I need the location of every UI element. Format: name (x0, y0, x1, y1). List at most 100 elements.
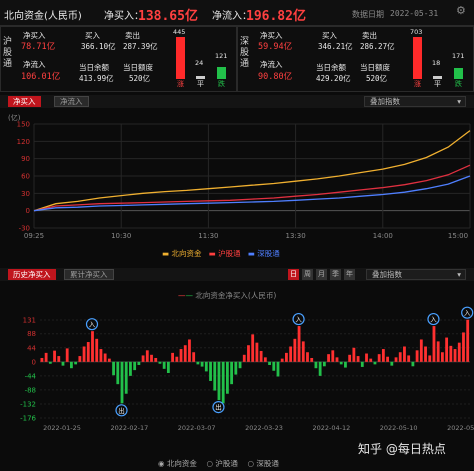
bar-chart-grid (40, 319, 470, 419)
bar (175, 356, 179, 362)
period-month-button[interactable]: 月 (316, 269, 327, 280)
overlay-index-select[interactable]: 叠加指数 ▾ (364, 96, 466, 107)
history-series-selector: ◉ 北向资金 ○ 沪股通 ○ 深股通 (158, 458, 279, 469)
bar (145, 350, 149, 362)
bar (213, 361, 217, 391)
radio-north[interactable]: ◉ 北向资金 (158, 459, 197, 468)
intraday-line-chart: (亿) 1501209060300-30 09:25 10:30 11:30 13:3… (8, 113, 471, 240)
x-tick-label: 13:30 (286, 232, 306, 240)
net-inflow-value: 196.82亿 (246, 9, 306, 24)
tab-history-net-buy[interactable]: 历史净买入 (8, 269, 56, 280)
bar (322, 361, 326, 367)
legend-north-label: 北向资金 (171, 249, 202, 258)
period-day-button[interactable]: 日 (288, 269, 299, 280)
settings-icon[interactable]: ⚙ (456, 4, 466, 17)
hgt-buy-value: 366.10亿 (81, 42, 116, 51)
bar (112, 361, 115, 376)
tab-net-inflow[interactable]: 净流入 (54, 96, 89, 107)
bar (331, 350, 335, 362)
history-tabbar: 历史净买入 累计净买入 日 周 月 季 年 叠加指数 ▾ (0, 268, 474, 281)
bar (242, 354, 246, 362)
bar (424, 346, 427, 362)
bar (78, 356, 82, 362)
inflow-marker[interactable]: 入 (292, 312, 305, 326)
tab-cumulative-net-buy[interactable]: 累计净买入 (64, 269, 114, 280)
bar (432, 326, 436, 362)
x-tick-label: 2022-01-25 (43, 424, 81, 432)
bar (263, 357, 267, 362)
inflow-marker[interactable]: 入 (427, 312, 440, 326)
outflow-marker[interactable]: 出 (212, 401, 225, 414)
period-quarter-button[interactable]: 季 (330, 269, 341, 280)
bar (419, 339, 423, 362)
y-tick-label: 131 (23, 317, 36, 325)
sgt-balance-value: 429.20亿 (316, 74, 351, 83)
hgt-flat-count: 24 (195, 59, 204, 67)
intraday-tabbar: 净买入 净流入 叠加指数 ▾ (0, 95, 474, 108)
x-tick-label: 10:30 (111, 232, 131, 240)
bar (150, 354, 153, 362)
x-tick-label: 09:25 (24, 232, 44, 240)
bar (259, 350, 263, 362)
legend-hgt-label: 沪股通 (218, 249, 241, 258)
hgt-label: 沪股通 (3, 37, 13, 69)
y-tick-label: -88 (25, 386, 36, 394)
history-overlay-index-select[interactable]: 叠加指数 ▾ (366, 269, 466, 280)
inflow-marker-label: 入 (430, 316, 437, 324)
hgt-quota-value: 520亿 (129, 74, 151, 83)
bar (411, 361, 415, 367)
y-tick-label: -132 (20, 400, 36, 408)
hgt-down-label: 跌 (218, 80, 225, 88)
legend-line-green-icon: — (185, 291, 194, 300)
sgt-sell-value: 286.27亿 (360, 42, 395, 51)
bar (57, 356, 61, 362)
sgt-label: 深股通 (240, 37, 250, 69)
sgt-down-label: 跌 (455, 80, 462, 88)
bar (188, 339, 191, 362)
sgt-down-count: 171 (452, 52, 465, 60)
period-week-button[interactable]: 周 (302, 269, 313, 280)
outflow-marker[interactable]: 出 (115, 404, 128, 417)
bar (255, 342, 259, 362)
bar (301, 341, 305, 362)
bar (335, 357, 339, 362)
x-tick-label: 2022-04-12 (312, 424, 350, 432)
bar (99, 349, 103, 362)
y-tick-label: 90 (21, 155, 30, 163)
inflow-marker-label: 入 (464, 309, 471, 317)
period-year-button[interactable]: 年 (344, 269, 355, 280)
bar (103, 353, 107, 362)
inflow-marker-label: 入 (295, 316, 302, 324)
bar (390, 361, 394, 366)
bar (120, 361, 124, 404)
hgt-balance-value: 413.99亿 (79, 74, 114, 83)
hgt-down-count: 121 (215, 52, 228, 60)
bar (365, 353, 368, 362)
hgt-down-bar (217, 67, 226, 79)
history-bar-chart: 131 88 44 0 -44 -88 -132 -176 2022-01-25 2022-02… (20, 306, 474, 432)
hgt-up-count: 445 (173, 28, 186, 36)
inflow-marker[interactable]: 入 (461, 306, 474, 319)
bar (162, 361, 166, 369)
bar (40, 357, 44, 362)
inflow-marker[interactable]: 入 (85, 318, 99, 331)
x-tick-label: 15:00 (448, 232, 468, 240)
bar (230, 361, 234, 385)
y-tick-label: -44 (25, 372, 37, 380)
bar (200, 361, 204, 367)
bar (204, 361, 208, 372)
y-tick-label: -176 (20, 415, 36, 423)
bar (373, 361, 377, 365)
radio-hgt[interactable]: ○ 沪股通 (206, 459, 237, 468)
bar-chart-y-ticks: 131 88 44 0 -44 -88 -132 -176 (20, 317, 36, 423)
bar (386, 356, 390, 362)
sgt-buy-value: 346.21亿 (318, 42, 353, 51)
bar (293, 338, 297, 362)
y-tick-label: 150 (17, 121, 30, 129)
header-bar: 北向资金(人民币) 净买入： 138.65亿 净流入： 196.82亿 数据日期… (0, 0, 474, 26)
radio-sgt[interactable]: ○ 深股通 (247, 459, 278, 468)
tab-net-buy[interactable]: 净买入 (8, 96, 41, 107)
hgt-sell-value: 287.39亿 (123, 42, 158, 51)
bar (398, 352, 402, 362)
bar (453, 349, 457, 362)
